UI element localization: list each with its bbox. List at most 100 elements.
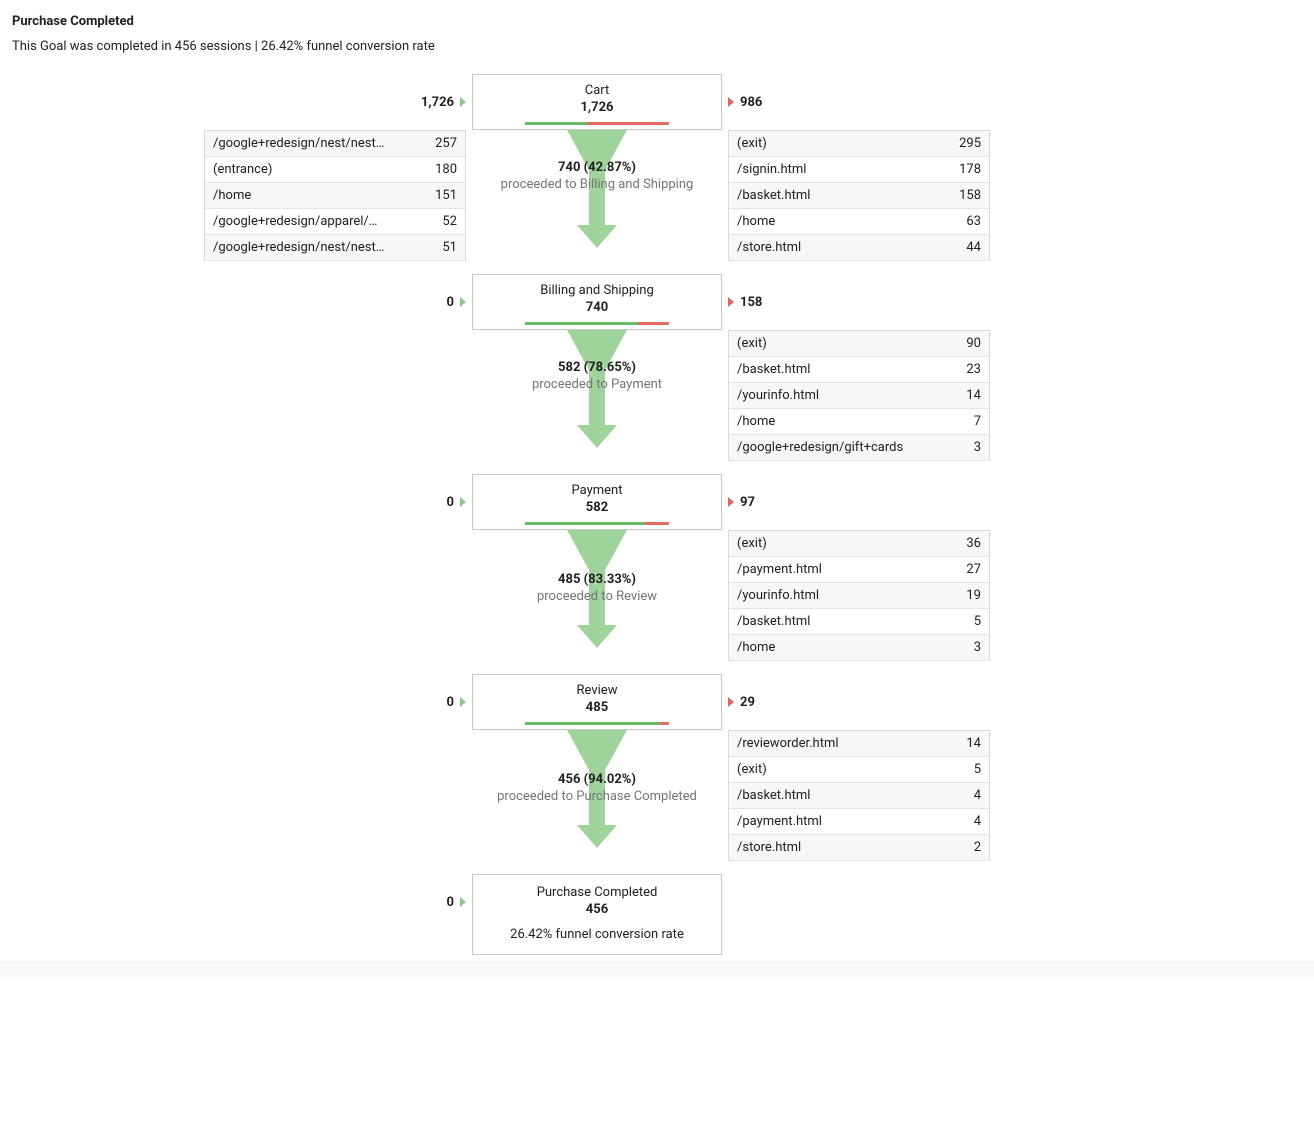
step-count: 582 — [479, 500, 715, 515]
path-label: /google+redesign/nest/nest… — [213, 135, 384, 152]
table-row[interactable]: /home151 — [205, 183, 465, 209]
table-row[interactable]: /revieworder.html14 — [729, 731, 989, 757]
step-count: 485 — [479, 700, 715, 715]
table-row[interactable]: /google+redesign/apparel/…52 — [205, 209, 465, 235]
step-in-count: 0 — [447, 474, 466, 530]
in-count-value: 0 — [447, 895, 454, 910]
table-row[interactable]: /store.html44 — [729, 235, 989, 261]
path-label: /store.html — [737, 839, 801, 856]
funnel-step: 0Billing and Shipping740582 (78.65%)proc… — [12, 274, 1302, 474]
table-row[interactable]: /signin.html178 — [729, 157, 989, 183]
bar-drop-segment — [638, 322, 669, 325]
path-count: 2 — [968, 839, 981, 856]
table-row[interactable]: /basket.html158 — [729, 183, 989, 209]
path-label: /payment.html — [737, 813, 822, 830]
path-label: /basket.html — [737, 187, 810, 204]
step-box[interactable]: Cart1,726 — [472, 74, 722, 130]
path-label: /home — [737, 639, 775, 656]
path-count: 44 — [960, 239, 981, 256]
path-label: /basket.html — [737, 613, 810, 630]
table-row[interactable]: (entrance) 180 — [205, 157, 465, 183]
in-count-value: 1,726 — [421, 95, 454, 110]
path-label: (exit) — [737, 761, 767, 778]
funnel-visualization: 1,726/google+redesign/nest/nest… 257 (entr… — [12, 74, 1302, 955]
table-row[interactable]: /google+redesign/nest/nest… 51 — [205, 235, 465, 261]
footer-edge — [0, 961, 1314, 980]
step-box[interactable]: Review 485 — [472, 674, 722, 730]
step-out-count: 97 — [728, 474, 755, 530]
step-in-count: 0 — [447, 674, 466, 730]
path-count: 63 — [960, 213, 981, 230]
table-row[interactable]: /basket.html4 — [729, 783, 989, 809]
out-paths-table: (exit)36/payment.html27/yourinfo.html19/… — [728, 530, 990, 661]
table-row[interactable]: (exit) 90 — [729, 331, 989, 357]
table-row[interactable]: /payment.html 4 — [729, 809, 989, 835]
down-funnel: 456 (94.02%) proceeded to Purchase Comple… — [472, 730, 722, 850]
table-row[interactable]: /basket.html23 — [729, 357, 989, 383]
path-count: 36 — [960, 535, 981, 552]
path-label: /google+redesign/nest/nest… — [213, 239, 384, 256]
path-count: 51 — [436, 239, 457, 256]
subtitle-prefix: This Goal was completed in — [12, 39, 175, 54]
table-row[interactable]: (exit)5 — [729, 757, 989, 783]
path-label: /revieworder.html — [737, 735, 839, 752]
step-count: 456 — [479, 902, 715, 917]
path-label: (exit) — [737, 135, 767, 152]
down-funnel: 485 (83.33%)proceeded to Review — [472, 530, 722, 650]
table-row[interactable]: /yourinfo.html14 — [729, 383, 989, 409]
table-row[interactable]: /store.html 2 — [729, 835, 989, 861]
funnel-step: 0 Review 485 456 (94.02%) proceeded to Purch… — [12, 674, 1302, 874]
table-row[interactable]: (exit) 295 — [729, 131, 989, 157]
path-count: 4 — [968, 813, 981, 830]
table-row[interactable]: /home63 — [729, 209, 989, 235]
subtitle-suffix: funnel conversion rate — [303, 39, 435, 54]
step-count: 740 — [479, 300, 715, 315]
path-count: 90 — [960, 335, 981, 352]
table-row[interactable]: /basket.html5 — [729, 609, 989, 635]
out-count-value: 158 — [740, 295, 762, 310]
arrow-right-green-icon — [460, 97, 466, 107]
goal-title: Purchase Completed — [12, 14, 1302, 29]
step-box[interactable]: Payment582 — [472, 474, 722, 530]
goal-subtitle: This Goal was completed in 456 sessions … — [12, 39, 1302, 54]
step-box[interactable]: Purchase Completed45626.42% funnel conve… — [472, 874, 722, 955]
bar-proceed-segment — [525, 722, 660, 725]
arrow-right-red-icon — [728, 497, 734, 507]
proceed-stat: 456 (94.02%) — [472, 772, 722, 787]
subtitle-rate: 26.42% — [261, 39, 303, 54]
path-count: 257 — [429, 135, 457, 152]
out-count-value: 97 — [740, 495, 755, 510]
path-count: 4 — [968, 787, 981, 804]
arrow-right-red-icon — [728, 297, 734, 307]
table-row[interactable]: /google+redesign/gift+cards3 — [729, 435, 989, 461]
path-label: /google+redesign/gift+cards — [737, 439, 903, 456]
table-row[interactable]: /google+redesign/nest/nest… 257 — [205, 131, 465, 157]
path-label: (exit) — [737, 335, 767, 352]
table-row[interactable]: /payment.html27 — [729, 557, 989, 583]
arrow-right-green-icon — [460, 497, 466, 507]
path-label: /payment.html — [737, 561, 822, 578]
path-count: 23 — [960, 361, 981, 378]
path-count: 151 — [429, 187, 457, 204]
path-count: 295 — [953, 135, 981, 152]
proceed-desc: proceeded to Purchase Completed — [472, 789, 722, 804]
path-label: (entrance) — [213, 161, 272, 178]
table-row[interactable]: /yourinfo.html19 — [729, 583, 989, 609]
step-box[interactable]: Billing and Shipping 740 — [472, 274, 722, 330]
step-in-count: 1,726 — [421, 74, 466, 130]
table-row[interactable]: (exit)36 — [729, 531, 989, 557]
proceed-stat: 740 (42.87%) — [472, 160, 722, 175]
path-count: 19 — [960, 587, 981, 604]
table-row[interactable]: /home7 — [729, 409, 989, 435]
down-funnel: 582 (78.65%)proceeded to Payment — [472, 330, 722, 450]
path-count: 178 — [953, 161, 981, 178]
out-count-value: 29 — [740, 695, 755, 710]
path-count: 180 — [429, 161, 457, 178]
step-name: Billing and Shipping — [479, 283, 715, 298]
final-conversion-rate: 26.42% funnel conversion rate — [479, 927, 715, 942]
proceed-stat: 485 (83.33%) — [472, 572, 722, 587]
step-count: 1,726 — [479, 100, 715, 115]
step-name: Review — [479, 683, 715, 698]
table-row[interactable]: /home3 — [729, 635, 989, 661]
bar-drop-segment — [645, 522, 669, 525]
